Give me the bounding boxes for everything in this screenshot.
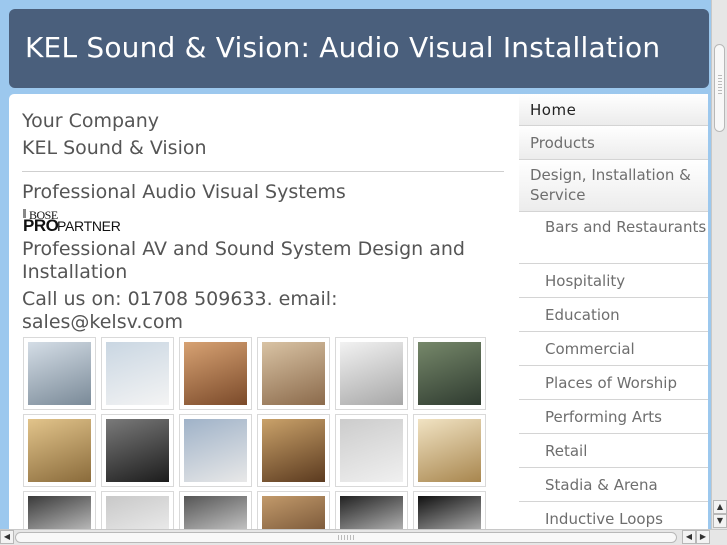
gallery-thumbnail[interactable] — [335, 491, 408, 531]
sidebar-item-label: Products — [530, 133, 595, 152]
sidebar-item-performing-arts[interactable]: Performing Arts — [519, 400, 708, 434]
vertical-scroll-thumb[interactable] — [714, 44, 725, 132]
sidebar-item-label: Education — [545, 305, 620, 324]
gallery-thumbnail[interactable] — [179, 414, 252, 487]
horizontal-scroll-thumb[interactable] — [15, 532, 677, 543]
sidebar-item-education[interactable]: Education — [519, 298, 708, 332]
cathedral-photo — [262, 496, 325, 531]
wall-panel-photo — [106, 342, 169, 405]
sidebar-item-commercial[interactable]: Commercial — [519, 332, 708, 366]
sidebar-item-label: Home — [530, 100, 577, 119]
gallery-thumbnail[interactable] — [101, 414, 174, 487]
logo-partner-text: PARTNER — [57, 218, 121, 234]
gallery-thumbnail[interactable] — [179, 491, 252, 531]
sidebar-item-label: Design, Installation & Service — [530, 166, 691, 204]
sidebar-item-label: Inductive Loops — [545, 509, 663, 528]
gallery-thumbnail[interactable] — [179, 337, 252, 410]
gallery-thumbnail[interactable] — [335, 414, 408, 487]
sidebar-nav: Home Products Design, Installation & Servi… — [519, 94, 708, 531]
site-title: KEL Sound & Vision: Audio Visual Install… — [25, 31, 661, 64]
restaurant-photo — [184, 342, 247, 405]
gallery-thumbnail[interactable] — [413, 414, 486, 487]
gallery-thumbnail[interactable] — [413, 337, 486, 410]
sidebar-item-label: Bars and Restaurants — [545, 218, 707, 236]
sidebar-item-label: Hospitality — [545, 271, 626, 290]
church-interior-photo — [28, 419, 91, 482]
company-label: Your Company — [22, 110, 159, 132]
wall-switch-photo — [340, 419, 403, 482]
sidebar-item-design-installation-service[interactable]: Design, Installation & Service — [519, 160, 708, 212]
gallery-thumbnail[interactable] — [257, 337, 330, 410]
horizontal-scrollbar[interactable]: ◀ ◀ ▶ — [0, 529, 727, 545]
sidebar-item-products[interactable]: Products — [519, 126, 708, 160]
scroll-right-icon[interactable]: ▶ — [696, 530, 710, 544]
sidebar-item-label: Places of Worship — [545, 373, 677, 392]
divider — [22, 171, 504, 172]
ceiling-speaker-photo — [106, 496, 169, 531]
sidebar-item-label: Performing Arts — [545, 407, 662, 426]
device-photo — [184, 496, 247, 531]
column-speaker-photo — [418, 496, 481, 531]
gallery-thumbnail[interactable] — [101, 491, 174, 531]
lounge-photo — [418, 419, 481, 482]
gallery-thumbnail[interactable] — [335, 337, 408, 410]
sidebar-item-label: Commercial — [545, 339, 635, 358]
tagline: Professional Audio Visual Systems — [22, 181, 346, 203]
gallery-thumbnail[interactable] — [257, 414, 330, 487]
sidebar-item-stadia-arena[interactable]: Stadia & Arena — [519, 468, 708, 502]
auditorium-photo — [418, 342, 481, 405]
sidebar-item-places-of-worship[interactable]: Places of Worship — [519, 366, 708, 400]
sidebar-item-bars-and-restaurants[interactable]: Bars and Restaurants — [519, 212, 708, 264]
control-room-photo — [28, 342, 91, 405]
gallery-thumbnail[interactable] — [23, 414, 96, 487]
vertical-scrollbar[interactable]: ▲ ▼ — [711, 0, 727, 529]
scroll-left-end-icon[interactable]: ◀ — [682, 530, 696, 544]
contact-info: Call us on: 01708 509633. email: sales@k… — [22, 288, 338, 333]
volume-control-photo — [184, 419, 247, 482]
amplifier-photo — [28, 496, 91, 531]
sidebar-item-home[interactable]: Home — [519, 94, 708, 126]
gallery-thumbnail[interactable] — [101, 337, 174, 410]
sidebar-item-inductive-loops[interactable]: Inductive Loops — [519, 502, 708, 531]
equipment-room-photo — [340, 342, 403, 405]
gallery-thumbnail[interactable] — [23, 337, 96, 410]
scroll-left-icon[interactable]: ◀ — [0, 530, 14, 544]
sidebar-item-hospitality[interactable]: Hospitality — [519, 264, 708, 298]
sidebar-item-retail[interactable]: Retail — [519, 434, 708, 468]
company-name: KEL Sound & Vision — [22, 137, 207, 159]
gallery-photo — [262, 342, 325, 405]
event-hall-photo — [262, 419, 325, 482]
gallery-thumbnail[interactable] — [23, 491, 96, 531]
speaker-cluster-photo — [340, 496, 403, 531]
speaker-photo — [106, 419, 169, 482]
scroll-down-icon[interactable]: ▼ — [713, 514, 727, 528]
bose-pro-partner-logo: BOSE PRO PARTNER — [23, 207, 121, 235]
main-content: Your Company KEL Sound & Vision Professi… — [9, 94, 519, 531]
service-description: Professional AV and Sound System Design … — [22, 238, 465, 283]
site-header: KEL Sound & Vision: Audio Visual Install… — [9, 9, 709, 88]
scroll-up-icon[interactable]: ▲ — [713, 500, 727, 514]
logo-pro-text: PRO — [23, 216, 59, 235]
gallery-thumbnail[interactable] — [413, 491, 486, 531]
sidebar-item-label: Retail — [545, 441, 588, 460]
gallery-thumbnail[interactable] — [257, 491, 330, 531]
sidebar-item-label: Stadia & Arena — [545, 475, 658, 494]
company-block: Your Company KEL Sound & Vision — [22, 108, 207, 162]
